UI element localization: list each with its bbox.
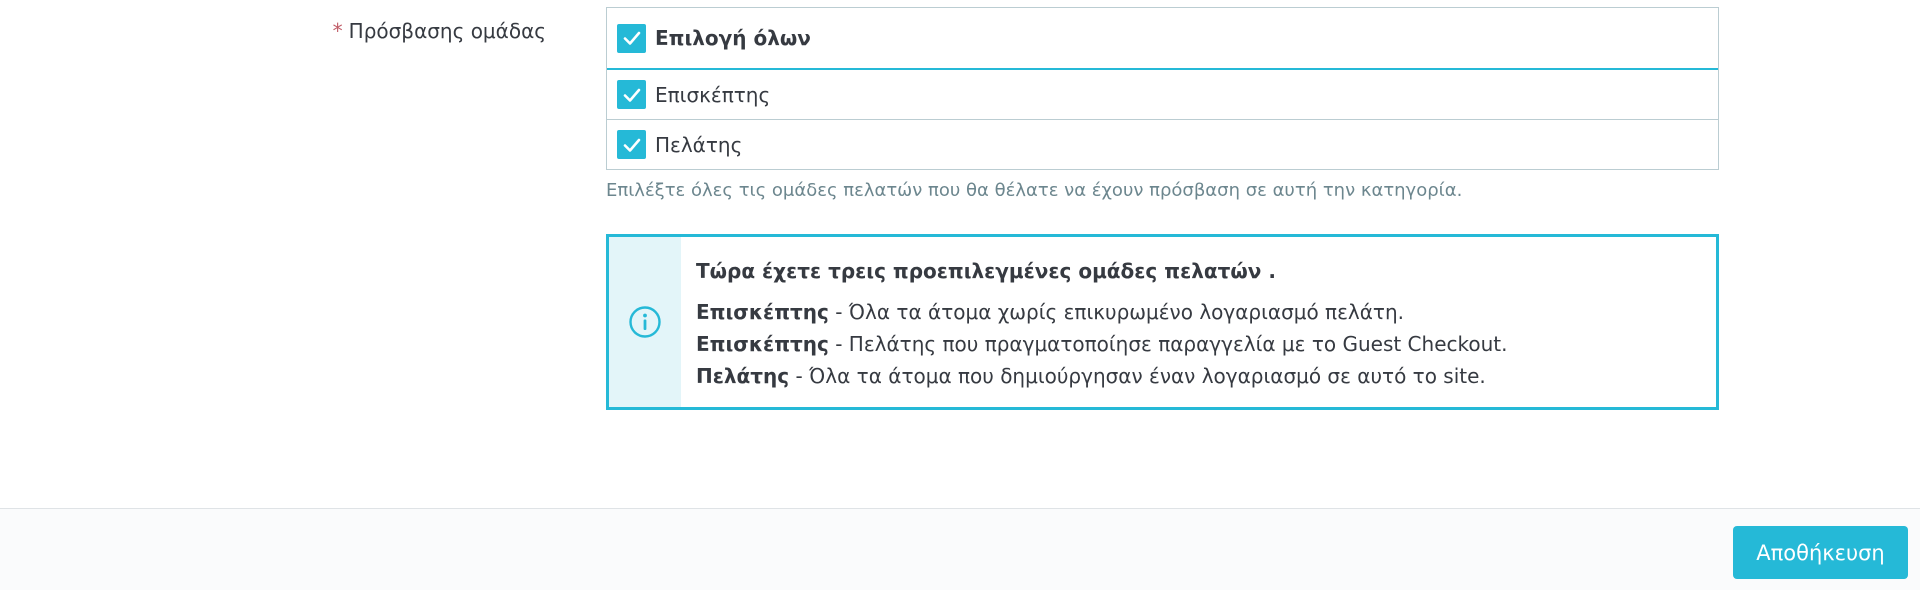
select-all-row[interactable]: Επιλογή όλων	[607, 8, 1718, 70]
visitor-label: Επισκέπτης	[655, 82, 771, 107]
customer-checkbox[interactable]	[617, 130, 646, 159]
form-page: * Πρόσβασης ομάδας Επιλογή όλων Επισκέπτη…	[0, 0, 1920, 590]
help-text: Επιλέξτε όλες τις ομάδες πελατών που θα …	[606, 180, 1463, 201]
info-term: Επισκέπτης	[696, 300, 829, 324]
info-icon-strip	[609, 237, 681, 407]
check-icon	[623, 138, 640, 152]
check-icon	[623, 88, 640, 102]
select-all-label: Επιλογή όλων	[655, 26, 811, 50]
required-mark: *	[332, 19, 343, 43]
field-label-text: Πρόσβασης ομάδας	[348, 19, 546, 43]
info-desc: - Όλα τα άτομα που δημιούργησαν έναν λογ…	[789, 364, 1486, 388]
info-term: Πελάτης	[696, 364, 790, 388]
select-all-checkbox[interactable]	[617, 23, 646, 53]
info-line: Πελάτης - Όλα τα άτομα που δημιούργησαν …	[696, 360, 1507, 392]
group-row-visitor[interactable]: Επισκέπτης	[607, 70, 1718, 120]
save-button[interactable]: Αποθήκευση	[1733, 526, 1908, 579]
info-line: Επισκέπτης - Όλα τα άτομα χωρίς επικυρωμ…	[696, 296, 1507, 328]
group-access-label: * Πρόσβασης ομάδας	[0, 19, 546, 43]
info-line: Επισκέπτης - Πελάτης που πραγματοποίησε …	[696, 328, 1507, 360]
info-circle-icon	[629, 306, 661, 338]
info-content: Τώρα έχετε τρεις προεπιλεγμένες ομάδες π…	[681, 237, 1507, 407]
customer-label: Πελάτης	[655, 132, 743, 157]
group-row-customer[interactable]: Πελάτης	[607, 120, 1718, 169]
info-term: Επισκέπτης	[696, 332, 829, 356]
form-footer: Αποθήκευση	[0, 508, 1920, 590]
info-desc: - Πελάτης που πραγματοποίησε παραγγελία …	[828, 332, 1508, 356]
visitor-checkbox[interactable]	[617, 80, 646, 109]
info-title: Τώρα έχετε τρεις προεπιλεγμένες ομάδες π…	[696, 259, 1276, 283]
info-alert: Τώρα έχετε τρεις προεπιλεγμένες ομάδες π…	[606, 234, 1719, 410]
check-icon	[623, 31, 640, 45]
customer-group-table: Επιλογή όλων Επισκέπτης Πελάτης	[606, 7, 1719, 170]
info-desc: - Όλα τα άτομα χωρίς επικυρωμένο λογαρια…	[828, 300, 1405, 324]
